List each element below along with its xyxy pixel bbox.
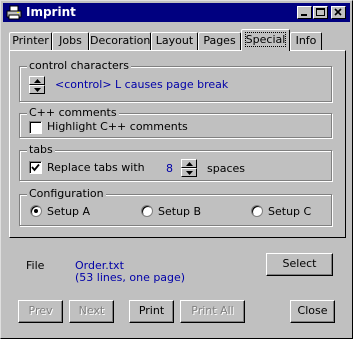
control-characters-value: <control> L causes page break — [55, 78, 229, 91]
spin-down-button[interactable] — [181, 168, 197, 177]
highlight-cpp-checkbox[interactable] — [29, 121, 42, 134]
tabs-group-label: tabs — [27, 143, 55, 157]
close-icon — [334, 8, 342, 16]
file-info: (53 lines, one page) — [75, 271, 186, 284]
setup-b-label[interactable]: Setup B — [158, 205, 201, 219]
tab-pages[interactable]: Pages — [198, 32, 241, 50]
tab-special[interactable]: Special — [241, 29, 290, 51]
print-all-button[interactable]: Print All — [180, 300, 245, 323]
tab-label: Layout — [155, 34, 194, 47]
spin-down-icon — [186, 171, 193, 175]
spin-up-icon — [34, 79, 41, 83]
checkmark-icon — [31, 163, 40, 172]
close-button[interactable]: Close — [290, 300, 335, 323]
highlight-cpp-label[interactable]: Highlight C++ comments — [47, 120, 188, 134]
file-label: File — [26, 259, 45, 272]
tab-label: Pages — [203, 34, 236, 47]
printer-icon — [6, 5, 22, 20]
control-characters-group: control characters <control> L causes pa… — [19, 59, 332, 102]
spin-up-button[interactable] — [29, 76, 45, 85]
replace-tabs-label[interactable]: Replace tabs with — [47, 161, 145, 175]
spin-up-icon — [186, 162, 193, 166]
tab-label: Printer — [12, 34, 49, 47]
tab-label: Jobs — [59, 34, 82, 47]
close-button-titlebar[interactable] — [331, 6, 346, 19]
setup-c-radio[interactable] — [251, 205, 263, 217]
tab-decoration[interactable]: Decoration — [89, 32, 151, 50]
select-file-button[interactable]: Select — [266, 253, 333, 276]
title-bar[interactable]: Imprint — [3, 3, 350, 22]
radio-selected-dot — [34, 209, 38, 213]
special-tab-panel: control characters <control> L causes pa… — [9, 50, 346, 238]
tab-jobs[interactable]: Jobs — [52, 32, 89, 50]
setup-b-radio[interactable] — [141, 205, 153, 217]
control-characters-label: control characters — [27, 59, 132, 73]
cpp-comments-label: C++ comments — [27, 106, 119, 120]
setup-a-radio[interactable] — [30, 205, 42, 217]
replace-tabs-checkbox[interactable] — [29, 161, 42, 174]
tab-layout[interactable]: Layout — [151, 32, 198, 50]
tab-label: Special — [244, 32, 287, 47]
control-characters-spinner[interactable] — [29, 76, 45, 94]
imprint-window: Imprint Printer Jobs Decoration Layout P… — [0, 0, 353, 339]
tab-width-spinner[interactable] — [181, 159, 197, 177]
next-button[interactable]: Next — [69, 300, 114, 323]
configuration-label: Configuration — [27, 187, 106, 201]
configuration-group: Configuration Setup A Setup B Setup C — [19, 187, 332, 226]
setup-a-label[interactable]: Setup A — [47, 205, 90, 219]
tab-label: Info — [295, 34, 317, 47]
spaces-label: spaces — [207, 162, 246, 175]
tabs-group: tabs Replace tabs with 8 spaces — [19, 143, 332, 181]
spin-up-button[interactable] — [181, 159, 197, 168]
tab-printer[interactable]: Printer — [9, 32, 52, 50]
maximize-icon — [316, 8, 325, 16]
tab-width-value: 8 — [166, 162, 173, 175]
setup-c-label[interactable]: Setup C — [268, 205, 311, 219]
spin-down-icon — [34, 88, 41, 92]
window-title: Imprint — [26, 5, 76, 19]
maximize-button[interactable] — [313, 6, 328, 19]
cpp-comments-group: C++ comments Highlight C++ comments — [19, 106, 332, 138]
tab-info[interactable]: Info — [290, 32, 322, 50]
minimize-button[interactable] — [297, 6, 312, 19]
spin-down-button[interactable] — [29, 85, 45, 94]
tab-label: Decoration — [90, 34, 151, 47]
print-button[interactable]: Print — [129, 300, 174, 323]
prev-button[interactable]: Prev — [18, 300, 63, 323]
minimize-icon — [301, 14, 307, 16]
